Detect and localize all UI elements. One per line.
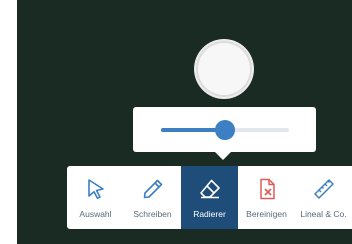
clear-page-icon — [259, 178, 275, 200]
eraser-size-slider[interactable] — [161, 120, 289, 140]
tool-bar: Auswahl Schreiben Radierer Bereinigen Li… — [67, 166, 352, 229]
eraser-size-popover — [133, 107, 316, 160]
ruler-icon — [313, 179, 334, 199]
slider-thumb[interactable] — [215, 120, 235, 140]
tool-label: Bereinigen — [246, 209, 287, 219]
eraser-icon — [199, 179, 220, 199]
tool-ruler-button[interactable]: Lineal & Co. — [295, 166, 352, 229]
tool-label: Lineal & Co. — [300, 209, 347, 219]
tool-select-button[interactable]: Auswahl — [67, 166, 124, 229]
tool-label: Schreiben — [133, 209, 172, 219]
tool-write-button[interactable]: Schreiben — [124, 166, 181, 229]
select-arrow-icon — [87, 179, 104, 200]
tool-label: Radierer — [193, 209, 226, 219]
eraser-cursor-preview — [196, 41, 252, 97]
tool-eraser-button[interactable]: Radierer — [181, 166, 238, 229]
tool-label: Auswahl — [79, 209, 112, 219]
tool-clear-button[interactable]: Bereinigen — [238, 166, 295, 229]
pen-icon — [143, 179, 162, 199]
